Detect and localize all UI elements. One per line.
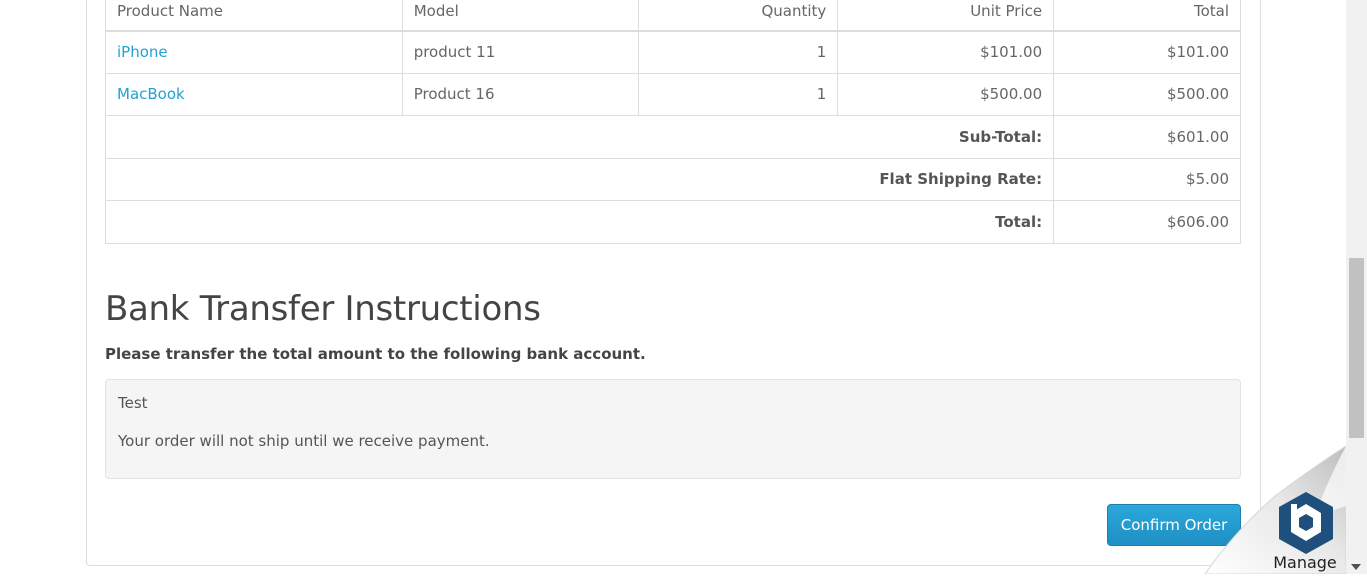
product-link-iphone[interactable]: iPhone: [117, 43, 168, 61]
hexagon-logo-icon: [1279, 492, 1333, 554]
table-header-row: Product Name Model Quantity Unit Price T…: [105, 0, 1241, 32]
manage-label[interactable]: Manage: [1262, 553, 1348, 572]
bank-transfer-title: Bank Transfer Instructions: [105, 289, 541, 329]
bank-instructions-box: Test Your order will not ship until we r…: [105, 379, 1241, 479]
order-summary-table: Product Name Model Quantity Unit Price T…: [104, 0, 1241, 244]
table-row: MacBook Product 16 1 $500.00 $500.00: [105, 72, 1241, 116]
grand-total-value: $606.00: [1053, 200, 1241, 244]
line-total-cell: $500.00: [1053, 72, 1241, 116]
product-name-cell: MacBook: [105, 72, 403, 116]
quantity-cell: 1: [638, 72, 839, 116]
product-name-cell: iPhone: [105, 30, 403, 74]
bank-transfer-lead: Please transfer the total amount to the …: [105, 345, 646, 363]
shipping-label: Flat Shipping Rate:: [104, 157, 1055, 201]
header-model: Model: [401, 0, 640, 32]
scroll-down-arrow-icon[interactable]: [1351, 564, 1361, 570]
subtotal-label: Sub-Total:: [104, 115, 1055, 159]
unit-price-cell: $500.00: [837, 72, 1055, 116]
scrollbar-thumb[interactable]: [1349, 258, 1364, 438]
header-product-name: Product Name: [105, 0, 403, 32]
header-unit-price: Unit Price: [837, 0, 1055, 32]
unit-price-cell: $101.00: [837, 30, 1055, 74]
vertical-scrollbar[interactable]: [1346, 0, 1367, 574]
header-quantity: Quantity: [638, 0, 839, 32]
subtotal-row: Sub-Total: $601.00: [104, 115, 1241, 159]
grand-total-label: Total:: [104, 200, 1055, 244]
subtotal-value: $601.00: [1053, 115, 1241, 159]
bank-account-text: Test: [118, 394, 148, 412]
shipping-value: $5.00: [1053, 157, 1241, 201]
line-total-cell: $101.00: [1053, 30, 1241, 74]
product-link-macbook[interactable]: MacBook: [117, 85, 185, 103]
model-cell: product 11: [401, 30, 640, 74]
model-cell: Product 16: [401, 72, 640, 116]
header-total: Total: [1053, 0, 1241, 32]
grand-total-row: Total: $606.00: [104, 200, 1241, 244]
table-row: iPhone product 11 1 $101.00 $101.00: [105, 30, 1241, 74]
quantity-cell: 1: [638, 30, 839, 74]
shipping-row: Flat Shipping Rate: $5.00: [104, 157, 1241, 201]
payment-notice: Your order will not ship until we receiv…: [118, 432, 490, 450]
